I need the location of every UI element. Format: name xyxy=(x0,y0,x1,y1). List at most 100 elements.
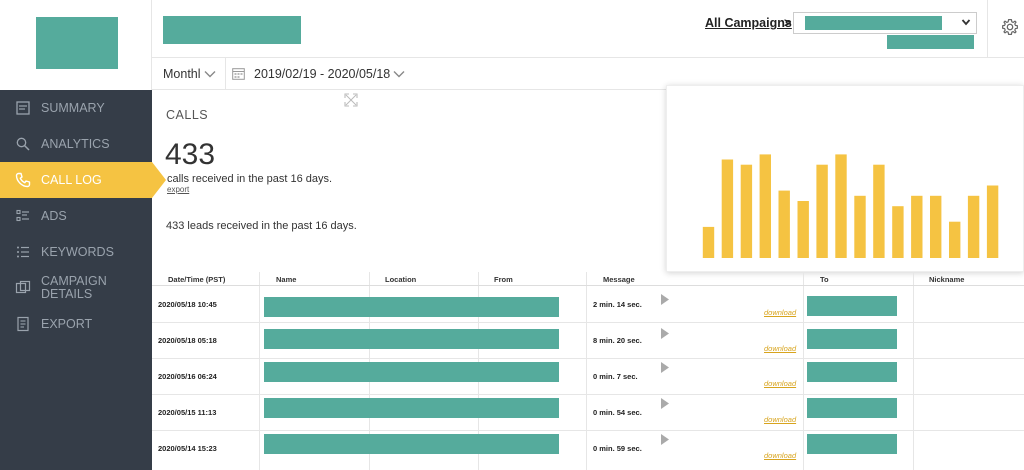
sidebar-item-export[interactable]: EXPORT xyxy=(0,306,152,342)
chart-bar[interactable] xyxy=(967,195,980,258)
sidebar-item-campaign-details[interactable]: CAMPAIGN DETAILS xyxy=(0,270,152,306)
chart-bar[interactable] xyxy=(873,164,885,258)
download-link[interactable]: download xyxy=(764,379,796,388)
sidebar-item-label: KEYWORDS xyxy=(41,244,114,259)
cell-to xyxy=(807,398,897,418)
logo[interactable] xyxy=(36,17,118,69)
sidebar-item-analytics[interactable]: ANALYTICS xyxy=(0,126,152,162)
campaign-select[interactable] xyxy=(793,12,977,34)
sidebar-item-label: CALL LOG xyxy=(41,172,102,187)
play-icon[interactable] xyxy=(661,398,669,409)
cell-caller xyxy=(264,297,559,317)
campaign-subtitle xyxy=(887,35,974,49)
export-icon xyxy=(14,315,32,333)
date-range-picker[interactable]: 2019/02/19 - 2020/05/18 xyxy=(254,67,390,81)
column-header-name[interactable]: Name xyxy=(276,275,296,284)
download-link[interactable]: download xyxy=(764,451,796,460)
table-header: Date/Time (PST) Name Location From Messa… xyxy=(152,272,1024,286)
chart-bar[interactable] xyxy=(892,206,904,258)
cell-date: 2020/05/15 11:13 xyxy=(158,408,217,417)
bar-chart xyxy=(702,154,999,259)
summary-icon xyxy=(14,99,32,117)
chart-bar[interactable] xyxy=(740,164,753,258)
app-root: SUMMARY ANALYTICS CALL LOG ADS KEYWORDS xyxy=(0,0,1024,470)
cell-caller xyxy=(264,329,559,349)
period-select[interactable]: Monthl xyxy=(163,67,201,81)
sidebar-item-label: EXPORT xyxy=(41,316,93,331)
column-header-message[interactable]: Message xyxy=(603,275,635,284)
download-link[interactable]: download xyxy=(764,415,796,424)
sidebar-item-summary[interactable]: SUMMARY xyxy=(0,90,152,126)
calls-description: calls received in the past 16 days. xyxy=(167,173,333,185)
cell-to xyxy=(807,296,897,316)
table-row[interactable]: 2020/05/16 06:24 0 min. 7 sec. download xyxy=(152,359,1024,395)
phone-icon xyxy=(14,171,32,189)
play-icon[interactable] xyxy=(661,328,669,339)
column-header-to[interactable]: To xyxy=(820,275,829,284)
section-title: CALLS xyxy=(166,108,209,122)
breadcrumb-separator: > xyxy=(784,16,792,30)
sidebar-item-keywords[interactable]: KEYWORDS xyxy=(0,234,152,270)
column-header-date[interactable]: Date/Time (PST) xyxy=(168,275,225,284)
cell-to xyxy=(807,362,897,382)
chevron-down-icon xyxy=(961,19,971,26)
table-row[interactable]: 2020/05/18 05:18 8 min. 20 sec. download xyxy=(152,323,1024,359)
chart-bar[interactable] xyxy=(930,195,942,258)
page-title xyxy=(163,16,301,44)
chart-bar[interactable] xyxy=(797,201,809,258)
cell-to xyxy=(807,329,897,349)
sidebar-item-call-log[interactable]: CALL LOG xyxy=(0,162,166,198)
play-icon[interactable] xyxy=(661,434,669,445)
cell-caller xyxy=(264,434,559,454)
calls-chart xyxy=(666,85,1024,272)
filter-divider xyxy=(225,58,226,90)
chart-bar[interactable] xyxy=(835,154,847,258)
table-row[interactable]: 2020/05/15 11:13 0 min. 54 sec. download xyxy=(152,395,1024,431)
export-link[interactable]: export xyxy=(167,185,189,194)
chart-bar[interactable] xyxy=(949,221,961,258)
chart-bar[interactable] xyxy=(854,195,866,258)
chart-bar[interactable] xyxy=(778,190,790,258)
sidebar-item-label: ANALYTICS xyxy=(41,136,110,151)
expand-icon[interactable] xyxy=(344,93,358,107)
cell-date: 2020/05/18 10:45 xyxy=(158,300,217,309)
logo-area xyxy=(0,0,152,90)
calendar-icon xyxy=(232,68,245,80)
cell-message-duration: 8 min. 20 sec. xyxy=(593,336,642,345)
cell-message-duration: 2 min. 14 sec. xyxy=(593,300,642,309)
gear-icon[interactable] xyxy=(1001,18,1019,36)
call-log-table: Date/Time (PST) Name Location From Messa… xyxy=(152,272,1024,470)
keywords-icon xyxy=(14,243,32,261)
campaign-select-value xyxy=(805,16,942,30)
table-row[interactable]: 2020/05/18 10:45 2 min. 14 sec. download xyxy=(152,287,1024,323)
chart-bar[interactable] xyxy=(816,164,828,258)
leads-description: 433 leads received in the past 16 days. xyxy=(166,220,357,232)
chevron-down-icon[interactable] xyxy=(203,69,217,79)
sidebar-item-ads[interactable]: ADS xyxy=(0,198,152,234)
sidebar-item-label: CAMPAIGN DETAILS xyxy=(41,274,107,301)
cell-date: 2020/05/14 15:23 xyxy=(158,444,217,453)
chart-bar[interactable] xyxy=(702,226,715,258)
play-icon[interactable] xyxy=(661,362,669,373)
ads-icon xyxy=(14,207,32,225)
chart-bar[interactable] xyxy=(911,195,923,258)
column-header-nickname[interactable]: Nickname xyxy=(929,275,964,284)
cell-date: 2020/05/18 05:18 xyxy=(158,336,217,345)
play-icon[interactable] xyxy=(661,294,669,305)
campaign-icon xyxy=(14,279,32,297)
cell-message-duration: 0 min. 54 sec. xyxy=(593,408,642,417)
chart-bar[interactable] xyxy=(986,185,999,259)
chart-bar[interactable] xyxy=(721,159,734,259)
table-row[interactable]: 2020/05/14 15:23 0 min. 59 sec. download xyxy=(152,431,1024,467)
header: All Campaigns > xyxy=(152,0,1024,58)
download-link[interactable]: download xyxy=(764,344,796,353)
sidebar-item-label: SUMMARY xyxy=(41,100,105,115)
chart-bar[interactable] xyxy=(759,154,771,258)
download-link[interactable]: download xyxy=(764,308,796,317)
cell-caller xyxy=(264,362,559,382)
sidebar: SUMMARY ANALYTICS CALL LOG ADS KEYWORDS xyxy=(0,90,166,470)
column-header-location[interactable]: Location xyxy=(385,275,416,284)
chevron-down-icon[interactable] xyxy=(392,69,406,79)
all-campaigns-link[interactable]: All Campaigns xyxy=(705,16,792,30)
column-header-from[interactable]: From xyxy=(494,275,513,284)
